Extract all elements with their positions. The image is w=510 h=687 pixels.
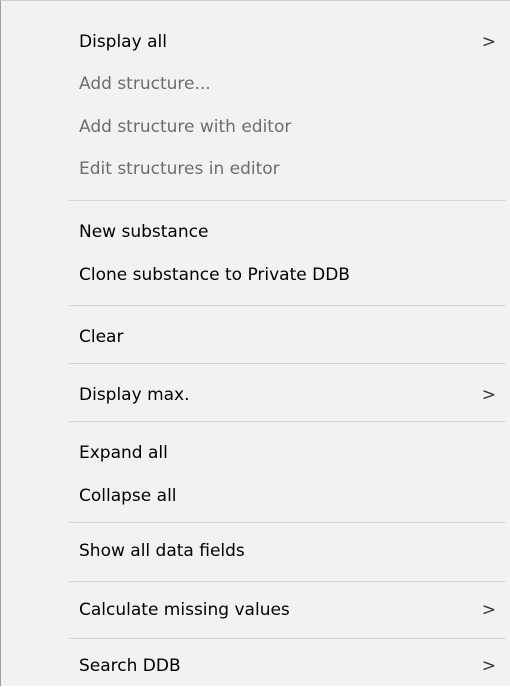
menu-item-label: Clone substance to Private DDB [79, 265, 350, 285]
menu-item-expand-all[interactable]: Expand all [1, 432, 510, 474]
menu-item-label: Calculate missing values [79, 600, 290, 620]
menu-item-calculate-missing-values[interactable]: Calculate missing values > [1, 589, 510, 631]
menu-item-collapse-all[interactable]: Collapse all [1, 475, 510, 517]
menu-item-display-all[interactable]: Display all > [1, 21, 510, 63]
menu-separator [69, 363, 506, 364]
menu-item-add-structure-with-editor: Add structure with editor [1, 106, 510, 148]
menu-item-search-ddb[interactable]: Search DDB > [1, 645, 510, 687]
menu-item-label: Display max. [79, 385, 190, 405]
menu-item-display-max[interactable]: Display max. > [1, 374, 510, 416]
menu-item-label: Display all [79, 32, 167, 52]
submenu-arrow-icon: > [481, 385, 496, 405]
submenu-arrow-icon: > [481, 32, 496, 52]
menu-separator [69, 522, 506, 523]
context-menu: Display all > Add structure... Add struc… [0, 0, 510, 686]
menu-item-label: Collapse all [79, 486, 177, 506]
menu-item-label: Add structure with editor [79, 117, 292, 137]
menu-item-label: Show all data fields [79, 541, 245, 561]
menu-separator [69, 581, 506, 582]
menu-separator [69, 421, 506, 422]
menu-item-clear[interactable]: Clear [1, 316, 510, 358]
menu-item-edit-structures-in-editor: Edit structures in editor [1, 148, 510, 190]
menu-item-label: Expand all [79, 443, 168, 463]
menu-item-label: New substance [79, 222, 209, 242]
menu-item-label: Edit structures in editor [79, 159, 280, 179]
menu-item-show-all-data-fields[interactable]: Show all data fields [1, 530, 510, 572]
menu-separator [69, 200, 506, 201]
submenu-arrow-icon: > [481, 600, 496, 620]
menu-separator [69, 638, 506, 639]
submenu-arrow-icon: > [481, 656, 496, 676]
menu-item-new-substance[interactable]: New substance [1, 211, 510, 253]
menu-item-add-structure: Add structure... [1, 63, 510, 105]
menu-item-clone-substance-to-private-ddb[interactable]: Clone substance to Private DDB [1, 254, 510, 296]
menu-item-label: Add structure... [79, 74, 211, 94]
menu-item-label: Clear [79, 327, 124, 347]
menu-separator [69, 305, 506, 306]
menu-item-label: Search DDB [79, 656, 181, 676]
